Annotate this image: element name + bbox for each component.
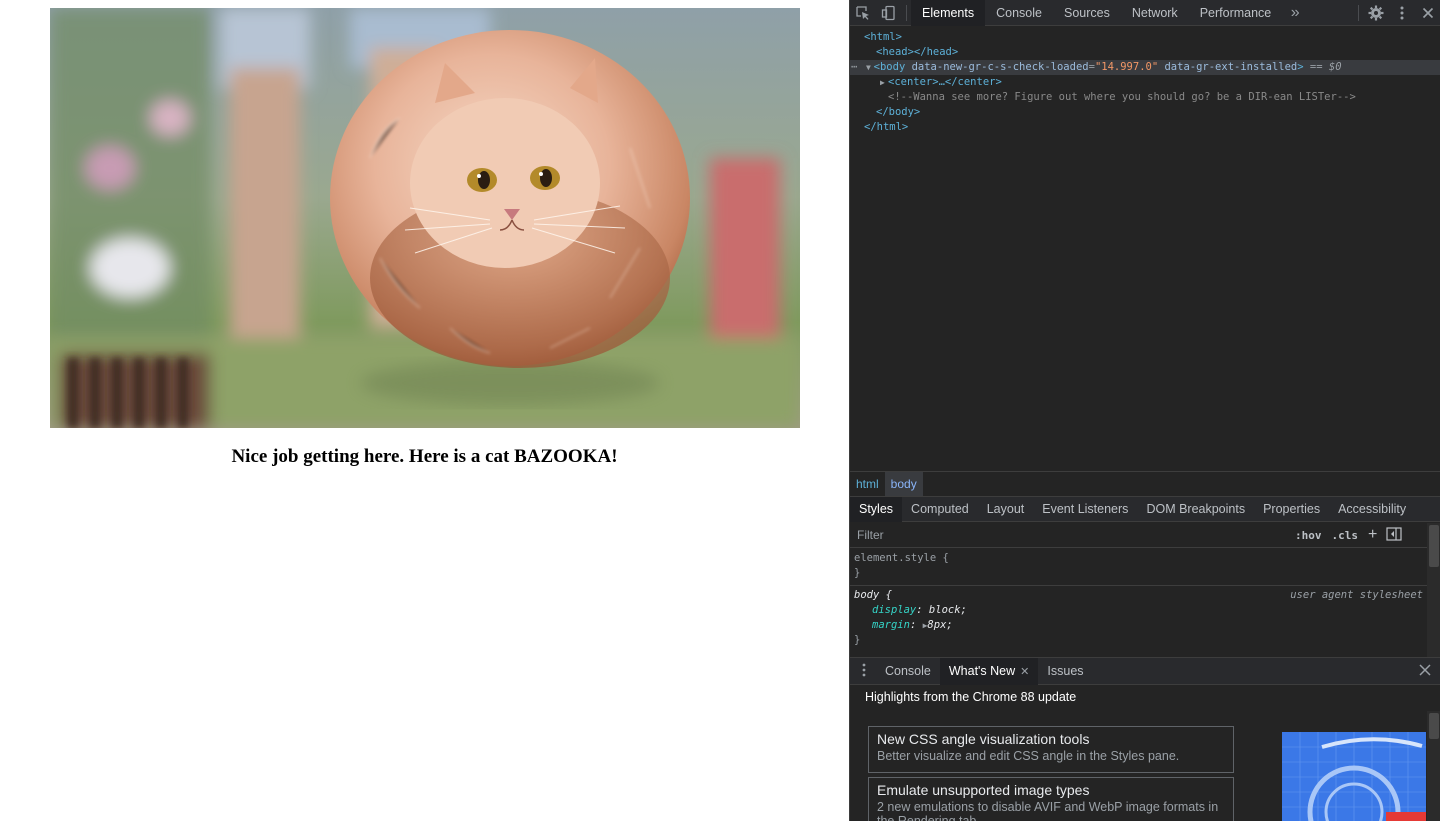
whats-new-heading: Highlights from the Chrome 88 update: [865, 690, 1077, 704]
whats-new-promo-image[interactable]: [1282, 732, 1426, 821]
whats-new-panel: Highlights from the Chrome 88 update New…: [850, 685, 1440, 821]
hover-state-button[interactable]: :hov: [1290, 529, 1327, 542]
class-toggle-button[interactable]: .cls: [1327, 529, 1364, 542]
card-description: Better visualize and edit CSS angle in t…: [877, 749, 1180, 763]
body-style-rule: body { user agent stylesheet display: bl…: [850, 586, 1427, 652]
dom-node-html-open[interactable]: <html>: [850, 30, 1440, 45]
selected-node-marker: == $0: [1309, 61, 1342, 73]
whats-new-card[interactable]: Emulate unsupported image types 2 new em…: [868, 777, 1234, 821]
devtools-panel: Elements Console Sources Network Perform…: [849, 0, 1440, 821]
close-drawer-icon[interactable]: [1419, 663, 1440, 679]
rule-source-label: user agent stylesheet: [1290, 589, 1423, 601]
devtools-toolbar: Elements Console Sources Network Perform…: [850, 0, 1440, 26]
styles-filter-input[interactable]: [850, 528, 1290, 542]
card-title: Emulate unsupported image types: [877, 782, 1090, 798]
dom-node-body[interactable]: ⋯ ▼ <body data-new-gr-c-s-check-loaded="…: [850, 60, 1440, 75]
whats-new-scrollbar[interactable]: [1427, 711, 1440, 821]
tab-layout[interactable]: Layout: [978, 497, 1034, 522]
tab-console[interactable]: Console: [985, 0, 1053, 26]
element-style-rule: element.style { }: [850, 549, 1427, 586]
dom-node-center[interactable]: ▶ <center>…</center>: [850, 75, 1440, 90]
tab-performance[interactable]: Performance: [1189, 0, 1283, 26]
settings-gear-icon[interactable]: [1363, 0, 1389, 26]
margin-property-name: margin: [872, 619, 910, 631]
toolbar-divider: [1358, 4, 1359, 21]
collapse-triangle-icon[interactable]: ▼: [866, 60, 871, 75]
margin-property-value: 8px;: [927, 619, 953, 631]
html-close-tag: </html>: [864, 121, 909, 133]
element-style-selector[interactable]: element.style {: [854, 552, 949, 564]
dom-node-html-close[interactable]: </html>: [850, 120, 1440, 135]
html-open-tag: <html>: [864, 31, 902, 43]
drawer-tabbar: Console What's New ✕ Issues: [850, 657, 1440, 685]
card-title: New CSS angle visualization tools: [877, 731, 1090, 747]
body-close-tag: </body>: [876, 106, 921, 118]
toolbar-divider: [906, 4, 907, 21]
rule-close-brace: }: [854, 634, 861, 646]
web-page: Nice job getting here. Here is a cat BAZ…: [0, 0, 849, 821]
styles-filter-bar: :hov .cls +: [850, 523, 1427, 548]
head-tag: <head></head>: [876, 46, 959, 58]
close-devtools-icon[interactable]: [1415, 0, 1440, 26]
more-options-kebab-icon[interactable]: [1389, 0, 1415, 26]
drawer-menu-kebab-icon[interactable]: [850, 663, 876, 680]
tab-event-listeners[interactable]: Event Listeners: [1033, 497, 1137, 522]
body-attr-value-1: "14.997.0": [1094, 61, 1159, 73]
body-rule-selector[interactable]: body {: [854, 589, 892, 601]
device-toolbar-icon[interactable]: [876, 0, 902, 26]
rule-close-brace: }: [854, 567, 861, 579]
node-actions-ellipsis-icon[interactable]: ⋯: [850, 61, 857, 73]
drawer-tab-console[interactable]: Console: [876, 658, 940, 685]
element-breadcrumb: html body: [850, 471, 1440, 496]
cat-bazooka-image: [50, 8, 800, 428]
display-property-name: display: [872, 604, 917, 616]
more-tabs-icon[interactable]: »: [1282, 0, 1308, 26]
display-property-value: block;: [928, 604, 967, 616]
new-style-rule-icon[interactable]: +: [1363, 526, 1382, 544]
tab-properties[interactable]: Properties: [1254, 497, 1329, 522]
dom-node-body-close[interactable]: </body>: [850, 105, 1440, 120]
style-declaration-margin[interactable]: margin: ▶8px;: [854, 618, 1423, 633]
center-tag: <center>…</center>: [888, 76, 1002, 88]
breadcrumb-body[interactable]: body: [884, 471, 923, 496]
card-description: 2 new emulations to disable AVIF and Web…: [877, 800, 1219, 821]
styles-rules: element.style { } body { user agent styl…: [850, 549, 1427, 657]
dom-node-head[interactable]: <head></head>: [850, 45, 1440, 60]
close-tab-icon[interactable]: ✕: [1020, 666, 1029, 678]
dom-node-comment[interactable]: <!--Wanna see more? Figure out where you…: [850, 90, 1440, 105]
tab-sources[interactable]: Sources: [1053, 0, 1121, 26]
styles-scrollbar[interactable]: [1427, 523, 1440, 657]
tab-dom-breakpoints[interactable]: DOM Breakpoints: [1137, 497, 1254, 522]
styles-tabbar: Styles Computed Layout Event Listeners D…: [850, 496, 1440, 522]
body-attr-name-2: data-gr-ext-installed: [1164, 61, 1298, 73]
inspect-element-icon[interactable]: [850, 0, 876, 26]
dom-tree: <html> <head></head> ⋯ ▼ <body data-new-…: [850, 27, 1440, 471]
tab-computed[interactable]: Computed: [902, 497, 978, 522]
tab-network[interactable]: Network: [1121, 0, 1189, 26]
tab-elements[interactable]: Elements: [911, 0, 986, 26]
drawer-tab-issues[interactable]: Issues: [1038, 658, 1092, 685]
toggle-sidebar-icon[interactable]: [1382, 526, 1406, 544]
whats-new-card[interactable]: New CSS angle visualization tools Better…: [868, 726, 1234, 773]
tab-accessibility[interactable]: Accessibility: [1329, 497, 1415, 522]
breadcrumb-html[interactable]: html: [850, 472, 885, 496]
drawer-tab-whats-new[interactable]: What's New ✕: [939, 657, 1039, 685]
body-close-bracket: >: [1297, 61, 1304, 73]
expand-triangle-icon[interactable]: ▶: [880, 75, 885, 90]
tab-styles[interactable]: Styles: [850, 497, 903, 522]
html-comment: <!--Wanna see more? Figure out where you…: [888, 91, 1356, 103]
drawer-tab-whats-new-label: What's New: [948, 663, 1016, 678]
body-attr-name-1: data-new-gr-c-s-check-loaded: [911, 61, 1089, 73]
page-caption: Nice job getting here. Here is a cat BAZ…: [231, 446, 618, 467]
style-declaration-display[interactable]: display: block;: [854, 603, 1423, 618]
